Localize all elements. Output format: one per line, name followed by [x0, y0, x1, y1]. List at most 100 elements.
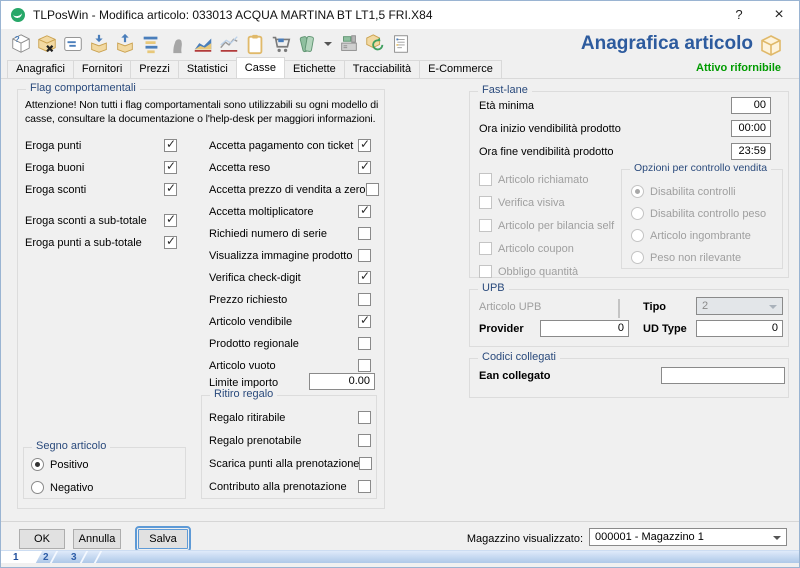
window-bottom-edge [1, 563, 799, 568]
flag-label: Accetta reso [209, 162, 270, 174]
line-chart-icon[interactable] [217, 31, 241, 57]
flag-row-sconti-subtotale: Eroga sconti a sub-totale [25, 213, 177, 228]
flag-label: Visualizza immagine prodotto [209, 250, 352, 262]
checkbox-sconti-subtotale[interactable] [164, 214, 177, 227]
flag-label: Prezzo richiesto [209, 294, 287, 306]
tab-statistici[interactable]: Statistici [178, 60, 237, 78]
article-cube-icon [759, 34, 783, 63]
ean-collegato-field[interactable] [661, 367, 785, 384]
provider-field[interactable]: 0 [540, 320, 629, 337]
magazzino-combo[interactable]: 000001 - Magazzino 1 [589, 528, 787, 546]
checkbox-moltiplicatore[interactable] [358, 205, 371, 218]
doc-list-icon[interactable] [389, 31, 413, 57]
cart-icon[interactable] [269, 31, 293, 57]
provider-label: Provider [479, 323, 524, 335]
dropdown-caret-icon[interactable] [324, 42, 332, 46]
tab-ecommerce[interactable]: E-Commerce [419, 60, 502, 78]
notes-icon[interactable] [295, 31, 319, 57]
eta-minima-label: Età minima [479, 100, 534, 112]
register-icon[interactable] [337, 31, 361, 57]
tab-divider [1, 78, 799, 79]
ud-type-label: UD Type [643, 323, 687, 335]
box-sync-icon[interactable] [363, 31, 387, 57]
checkbox-articolo-vendibile[interactable] [358, 315, 371, 328]
checkbox-regalo-ritirabile[interactable] [358, 411, 371, 424]
box-ship-icon[interactable] [113, 31, 137, 57]
checkbox-verifica-visiva [479, 196, 492, 209]
ud-type-field[interactable]: 0 [696, 320, 783, 337]
check-row-bilancia-self: Articolo per bilancia self [479, 218, 614, 233]
check-row-articolo-richiamato: Articolo richiamato [479, 172, 588, 187]
bar-list-icon[interactable] [139, 31, 163, 57]
checkbox-prodotto-regionale[interactable] [358, 337, 371, 350]
box-receive-icon[interactable] [87, 31, 111, 57]
area-chart-icon[interactable] [191, 31, 215, 57]
tab-etichette[interactable]: Etichette [284, 60, 345, 78]
check-label: Obbligo quantità [498, 266, 578, 278]
tab-prezzi[interactable]: Prezzi [130, 60, 179, 78]
flag-row-punti-subtotale: Eroga punti a sub-totale [25, 235, 177, 250]
checkbox-pagamento-ticket[interactable] [358, 139, 371, 152]
checkbox-punti-subtotale[interactable] [164, 236, 177, 249]
checkbox-prezzo-richiesto[interactable] [358, 293, 371, 306]
checkbox-accetta-reso[interactable] [358, 161, 371, 174]
checkbox-articolo-vuoto[interactable] [358, 359, 371, 372]
flag-label: Accetta prezzo di vendita a zero [209, 184, 366, 196]
tab-tracciabilita[interactable]: Tracciabilità [344, 60, 420, 78]
checkbox-eroga-sconti[interactable] [164, 183, 177, 196]
flag-row-regalo-ritirabile: Regalo ritirabile [209, 410, 371, 425]
page-tab-3[interactable]: 3 [71, 551, 77, 564]
radio-label: Peso non rilevante [650, 252, 741, 264]
box-delete-icon[interactable] [35, 31, 59, 57]
annulla-button[interactable]: Annulla [73, 529, 121, 549]
flag-label: Richiedi numero di serie [209, 228, 327, 240]
close-button[interactable]: × [759, 1, 799, 29]
tipo-label: Tipo [643, 301, 666, 313]
salva-button[interactable]: Salva [138, 529, 188, 549]
check-label: Verifica visiva [498, 197, 565, 209]
tipo-value: 2 [702, 300, 708, 312]
panel-lines-icon[interactable] [61, 31, 85, 57]
page-tab-2[interactable]: 2 [43, 551, 49, 564]
checkbox-numero-serie[interactable] [358, 227, 371, 240]
tab-anagrafici[interactable]: Anagrafici [7, 60, 74, 78]
tab-strip: Anagrafici Fornitori Prezzi Statistici C… [7, 59, 501, 78]
eta-minima-field[interactable]: 00 [731, 97, 771, 114]
ora-inizio-label: Ora inizio vendibilità prodotto [479, 123, 621, 135]
tab-fornitori[interactable]: Fornitori [73, 60, 131, 78]
checkbox-regalo-prenotabile[interactable] [358, 434, 371, 447]
app-icon [11, 8, 25, 22]
silhouette-icon[interactable] [165, 31, 189, 57]
checkbox-contributo-prenotazione[interactable] [358, 480, 371, 493]
ora-inizio-field[interactable]: 00:00 [731, 120, 771, 137]
magazzino-value: 000001 - Magazzino 1 [595, 531, 704, 543]
box-help-icon[interactable]: ? [9, 31, 33, 57]
checkbox-eroga-buoni[interactable] [164, 161, 177, 174]
tab-casse[interactable]: Casse [236, 57, 285, 78]
radio-row-disabilita-peso: Disabilita controllo peso [631, 206, 766, 221]
checkbox-prezzo-zero[interactable] [366, 183, 379, 196]
checkbox-immagine-prodotto[interactable] [358, 249, 371, 262]
tipo-combo: 2 [696, 297, 783, 315]
group-title: Flag comportamentali [26, 82, 140, 94]
page-tab-1[interactable]: 1 [13, 551, 19, 564]
checkbox-articolo-upb [618, 299, 620, 318]
clipboard-icon[interactable] [243, 31, 267, 57]
flag-row-immagine-prodotto: Visualizza immagine prodotto [209, 248, 371, 263]
svg-text:?: ? [15, 35, 20, 44]
radio-positivo[interactable] [31, 458, 44, 471]
page-tab-divider [80, 551, 88, 563]
flag-label: Accetta pagamento con ticket [209, 140, 353, 152]
flag-label: Regalo ritirabile [209, 412, 285, 424]
checkbox-scarica-punti[interactable] [359, 457, 372, 470]
ok-button[interactable]: OK [19, 529, 65, 549]
group-title: UPB [478, 282, 509, 294]
help-button[interactable]: ? [719, 1, 759, 29]
flag-row-contributo-prenotazione: Contributo alla prenotazione [209, 479, 371, 494]
radio-negativo[interactable] [31, 481, 44, 494]
limite-importo-field[interactable]: 0.00 [309, 373, 375, 390]
flag-row-moltiplicatore: Accetta moltiplicatore [209, 204, 371, 219]
ora-fine-field[interactable]: 23:59 [731, 143, 771, 160]
checkbox-check-digit[interactable] [358, 271, 371, 284]
checkbox-eroga-punti[interactable] [164, 139, 177, 152]
